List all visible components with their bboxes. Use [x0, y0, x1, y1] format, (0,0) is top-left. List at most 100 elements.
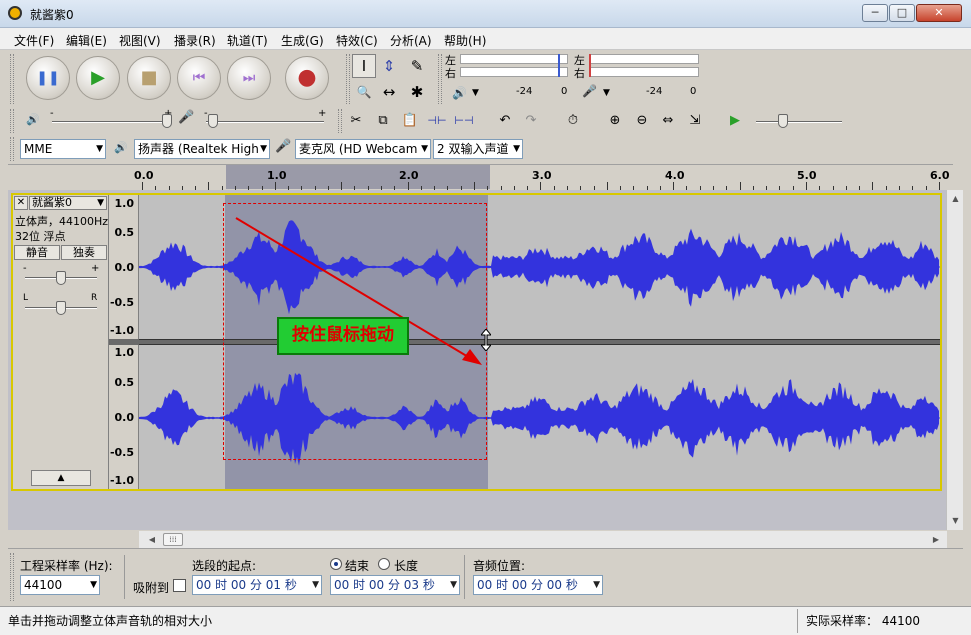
track-collapse-button[interactable]: ▲: [31, 470, 91, 486]
selection-end-time[interactable]: 00 时 00 分 03 秒 ▼: [330, 575, 460, 595]
record-meter-dropdown[interactable]: ▼: [603, 88, 610, 98]
gain-slider-knob[interactable]: [56, 271, 66, 285]
menu-analyze[interactable]: 分析(A): [390, 32, 432, 49]
stop-button[interactable]: ■: [127, 56, 171, 100]
toolbar-grip[interactable]: [10, 553, 14, 601]
track-close-button[interactable]: ✕: [14, 196, 28, 210]
play-speed-track[interactable]: [756, 121, 842, 123]
speaker-icon: 🔊: [452, 86, 467, 100]
play-button[interactable]: ▶: [76, 56, 120, 100]
playback-meter-dropdown[interactable]: ▼: [472, 88, 479, 98]
play-speed-knob[interactable]: [778, 114, 788, 128]
copy-button[interactable]: ⧉: [372, 110, 394, 132]
track-control-panel: ✕ 就酱紫0 ▼ 立体声，44100Hz 32位 浮点 静音 独奏 - + L …: [13, 195, 109, 489]
length-radio[interactable]: [378, 558, 390, 570]
pan-slider-knob[interactable]: [56, 301, 66, 315]
scale-label: 1.0: [114, 346, 135, 359]
skip-to-end-button[interactable]: ⏭: [227, 56, 271, 100]
window-title: 就酱紫0: [30, 8, 74, 22]
solo-label: 独奏: [73, 246, 95, 259]
toolbar-grip[interactable]: [346, 54, 350, 104]
audio-position-time[interactable]: 00 时 00 分 00 秒 ▼: [473, 575, 603, 595]
menu-file[interactable]: 文件(F): [14, 32, 54, 49]
snap-to-label: 吸附到: [133, 581, 170, 595]
chevron-down-icon: ▼: [90, 580, 97, 590]
scroll-down-button[interactable]: ▼: [949, 514, 962, 528]
actual-rate: 实际采样率： 44100: [806, 614, 920, 628]
divider: [124, 555, 125, 599]
scroll-left-button[interactable]: ◀: [145, 533, 159, 546]
input-device-select[interactable]: 麦克风 (HD Webcam ▼: [295, 139, 431, 159]
track-name-menu[interactable]: 就酱紫0 ▼: [29, 196, 107, 210]
toolbar-grip[interactable]: [338, 109, 342, 133]
ruler-tick: [540, 182, 542, 190]
scissors-icon: ✂: [350, 113, 362, 128]
input-volume-knob[interactable]: [208, 114, 218, 128]
output-volume-track[interactable]: [52, 121, 170, 123]
menu-generate[interactable]: 生成(G): [281, 32, 324, 49]
record-button[interactable]: ●: [285, 56, 329, 100]
zoom-tool-button[interactable]: 🔍: [352, 80, 376, 104]
menu-tracks[interactable]: 轨道(T): [227, 32, 268, 49]
toolbar-grip[interactable]: [438, 54, 442, 104]
toolbar-grip[interactable]: [10, 54, 14, 104]
minimize-button[interactable]: ─: [862, 4, 888, 22]
fit-project-button[interactable]: ⇲: [684, 110, 706, 132]
toolbar-grip[interactable]: [10, 109, 14, 133]
timeshift-tool-button[interactable]: ↔: [377, 80, 401, 104]
scroll-thumb[interactable]: ⁞⁞⁞: [163, 533, 183, 546]
end-radio[interactable]: [330, 558, 342, 570]
menu-effect[interactable]: 特效(C): [336, 32, 378, 49]
chevron-down-icon: ▼: [450, 580, 457, 590]
close-button[interactable]: ✕: [916, 4, 962, 22]
resize-cursor-icon: [479, 328, 493, 352]
stop-icon: ■: [140, 67, 158, 88]
timeline-ruler[interactable]: 0.0 1.0 2.0 3.0 4.0 5.0 6.0: [8, 164, 953, 190]
horizontal-scrollbar[interactable]: ◀ ⁞⁞⁞ ▶: [139, 531, 947, 548]
redo-button[interactable]: ↷: [520, 110, 542, 132]
menu-view[interactable]: 视图(V): [119, 32, 161, 49]
record-meter-right: [589, 67, 699, 77]
output-device-select[interactable]: 扬声器 (Realtek High ▼: [134, 139, 270, 159]
fit-selection-button[interactable]: ⇔: [657, 110, 679, 132]
selection-start-time[interactable]: 00 时 00 分 01 秒 ▼: [192, 575, 322, 595]
play-at-speed-button[interactable]: ▶: [724, 110, 746, 132]
menu-help[interactable]: 帮助(H): [444, 32, 486, 49]
selection-tool-button[interactable]: I: [352, 54, 376, 78]
zoom-in-button[interactable]: ⊕: [604, 110, 626, 132]
pause-button[interactable]: ❚❚: [26, 56, 70, 100]
project-rate-label: 工程采样率 (Hz):: [20, 559, 113, 573]
mute-button[interactable]: 静音: [14, 245, 60, 260]
scroll-right-button[interactable]: ▶: [929, 533, 943, 546]
skip-end-icon: ⏭: [242, 70, 256, 86]
rec-meter-right-label: 右: [574, 67, 585, 80]
draw-tool-button[interactable]: ✎: [405, 54, 429, 78]
status-bar: 单击并拖动调整立体声音轨的相对大小 实际采样率： 44100: [0, 606, 971, 635]
input-channels-select[interactable]: 2 双输入声道 ▼: [433, 139, 523, 159]
silence-button[interactable]: ⊢⊣: [453, 110, 475, 132]
zoom-out-button[interactable]: ⊖: [631, 110, 653, 132]
menu-edit[interactable]: 编辑(E): [66, 32, 107, 49]
trim-button[interactable]: ⊣⊢: [426, 110, 448, 132]
output-volume-knob[interactable]: [162, 114, 172, 128]
envelope-tool-button[interactable]: ⇕: [377, 54, 401, 78]
paste-button[interactable]: 📋: [399, 110, 421, 132]
multi-tool-button[interactable]: ✱: [405, 80, 429, 104]
copy-icon: ⧉: [378, 113, 388, 128]
toolbar-grip[interactable]: [10, 137, 14, 161]
snap-to-checkbox[interactable]: [173, 579, 186, 592]
input-volume-track[interactable]: [206, 121, 324, 123]
solo-button[interactable]: 独奏: [61, 245, 107, 260]
project-rate-select[interactable]: 44100 ▼: [20, 575, 100, 595]
cut-button[interactable]: ✂: [345, 110, 367, 132]
undo-button[interactable]: ↶: [494, 110, 516, 132]
skip-start-icon: ⏮: [192, 70, 206, 86]
skip-to-start-button[interactable]: ⏮: [177, 56, 221, 100]
menu-transport[interactable]: 播录(R): [174, 32, 216, 49]
maximize-button[interactable]: □: [889, 4, 915, 22]
vertical-scrollbar[interactable]: ▲ ▼: [946, 190, 963, 530]
sync-lock-button[interactable]: ⏱: [562, 110, 584, 132]
chevron-down-icon: ▼: [513, 144, 520, 154]
audio-host-select[interactable]: MME ▼: [20, 139, 106, 159]
scroll-up-button[interactable]: ▲: [949, 192, 962, 206]
